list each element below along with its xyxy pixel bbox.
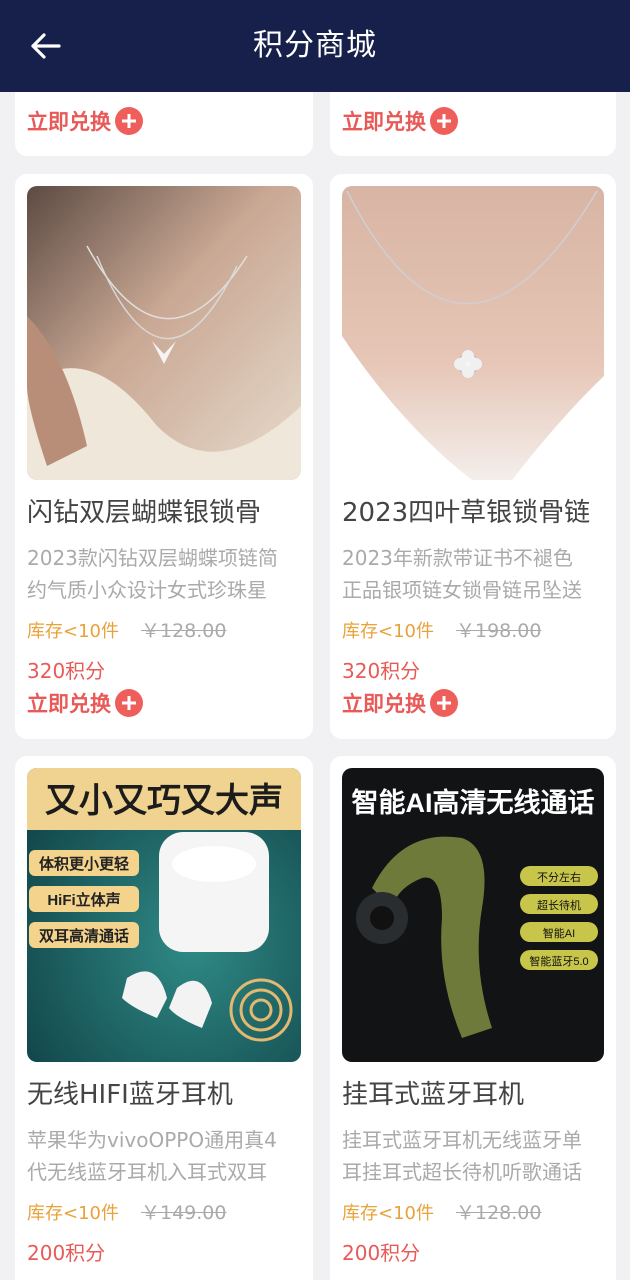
image-tag-text: 双耳高清通话: [39, 927, 129, 945]
points-price: 200积分: [27, 1241, 106, 1265]
product-image-earpiece: 智能AI高清无线通话 不分左右 超长待机 智能AI 智能蓝牙5.0: [342, 768, 604, 1062]
redeem-label: 立即兑换: [342, 110, 426, 134]
points-price: 320积分: [27, 659, 106, 683]
image-tag-text: 体积更小更轻: [39, 855, 129, 873]
image-tag-text: 超长待机: [537, 898, 581, 912]
page-title: 积分商城: [253, 28, 377, 63]
image-tag-text: 不分左右: [537, 870, 581, 884]
original-price: ￥128.00: [141, 620, 227, 642]
plus-icon: [430, 689, 458, 717]
plus-icon: [115, 107, 143, 135]
stock-label: 库存<10件: [27, 621, 119, 642]
redeem-button[interactable]: 立即兑换: [342, 688, 458, 718]
product-title: 挂耳式蓝牙耳机: [342, 1080, 525, 1110]
redeem-label: 立即兑换: [27, 692, 111, 716]
redeem-label: 立即兑换: [342, 692, 426, 716]
product-grid[interactable]: 立即兑换 立即兑换 闪钻双层蝴蝶银锁骨 2023款闪钻双层蝴蝶项链简 约气质小众…: [0, 92, 630, 1280]
product-title: 2023四叶草银锁骨链: [342, 498, 591, 528]
plus-icon: [115, 689, 143, 717]
product-card-partial-right[interactable]: 立即兑换: [330, 92, 616, 156]
image-tag-text: HiFi立体声: [47, 891, 120, 909]
stock-price-row: 库存<10件 ￥128.00: [27, 616, 226, 643]
app-header: 积分商城: [0, 0, 630, 92]
product-description: 苹果华为vivoOPPO通用真4 代无线蓝牙耳机入耳式双耳: [27, 1128, 277, 1184]
product-description: 2023年新款带证书不褪色 正品银项链女锁骨链吊坠送: [342, 546, 582, 602]
product-title: 无线HIFI蓝牙耳机: [27, 1080, 233, 1110]
stock-price-row: 库存<10件 ￥198.00: [342, 616, 541, 643]
product-image-necklace: [27, 186, 301, 480]
product-title: 闪钻双层蝴蝶银锁骨: [27, 498, 262, 528]
stock-label: 库存<10件: [27, 1203, 119, 1224]
product-image-earbuds: 又小又巧又大声 体积更小更轻 HiFi立体声 双耳高清通话: [27, 768, 301, 1062]
image-tag-text: 智能AI: [543, 926, 575, 940]
product-card[interactable]: 闪钻双层蝴蝶银锁骨 2023款闪钻双层蝴蝶项链简 约气质小众设计女式珍珠星 库存…: [15, 174, 313, 739]
plus-icon: [430, 107, 458, 135]
product-image-necklace: [342, 186, 604, 480]
stock-label: 库存<10件: [342, 1203, 434, 1224]
product-card[interactable]: 智能AI高清无线通话 不分左右 超长待机 智能AI 智能蓝牙5.0 挂耳式蓝牙耳…: [330, 756, 616, 1280]
points-price: 320积分: [342, 659, 421, 683]
redeem-button[interactable]: 立即兑换: [27, 688, 143, 718]
original-price: ￥149.00: [141, 1202, 227, 1224]
product-card[interactable]: 又小又巧又大声 体积更小更轻 HiFi立体声 双耳高清通话 无线HIFI蓝牙耳机…: [15, 756, 313, 1280]
redeem-button[interactable]: 立即兑换: [342, 106, 458, 136]
image-tag-text: 智能蓝牙5.0: [529, 954, 588, 968]
product-description: 2023款闪钻双层蝴蝶项链简 约气质小众设计女式珍珠星: [27, 546, 278, 602]
product-card-partial-left[interactable]: 立即兑换: [15, 92, 313, 156]
redeem-button[interactable]: 立即兑换: [27, 106, 143, 136]
redeem-label: 立即兑换: [27, 110, 111, 134]
points-price: 200积分: [342, 1241, 421, 1265]
image-banner-text: 智能AI高清无线通话: [352, 787, 595, 818]
image-banner-text: 又小又巧又大声: [45, 782, 283, 820]
original-price: ￥128.00: [456, 1202, 542, 1224]
stock-price-row: 库存<10件 ￥149.00: [27, 1198, 226, 1225]
stock-price-row: 库存<10件 ￥128.00: [342, 1198, 541, 1225]
product-description: 挂耳式蓝牙耳机无线蓝牙单 耳挂耳式超长待机听歌通话: [342, 1128, 582, 1184]
stock-label: 库存<10件: [342, 621, 434, 642]
product-card[interactable]: 2023四叶草银锁骨链 2023年新款带证书不褪色 正品银项链女锁骨链吊坠送 库…: [330, 174, 616, 739]
original-price: ￥198.00: [456, 620, 542, 642]
